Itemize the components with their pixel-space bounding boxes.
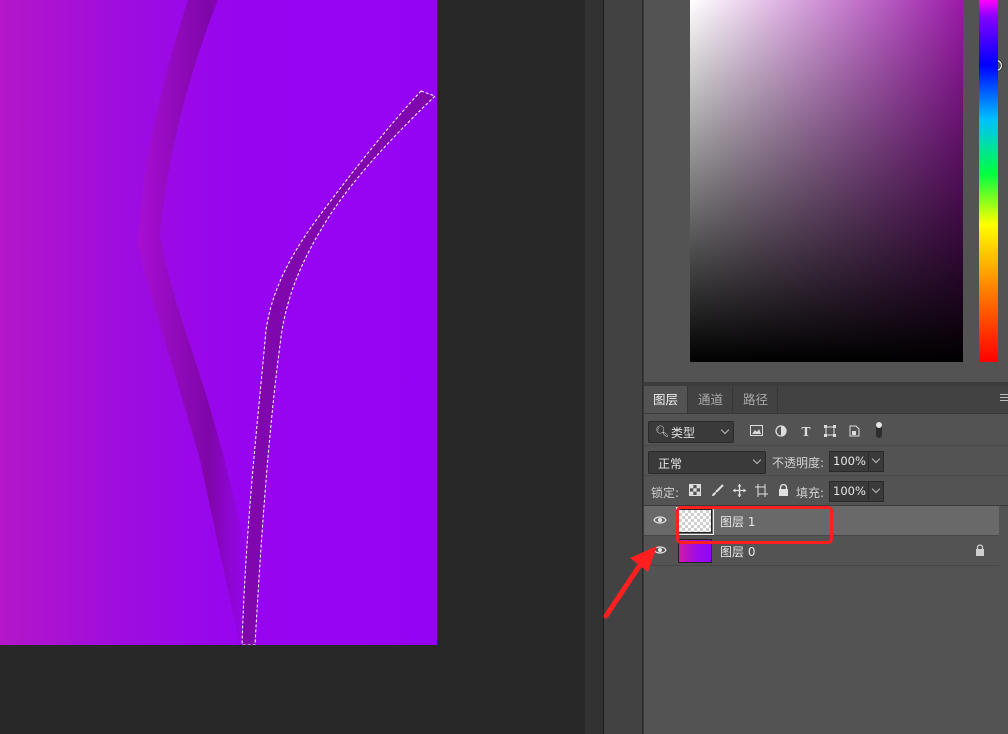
layers-panel-tabs: 图层 通道 路径: [644, 386, 1008, 414]
chevron-down-icon: [720, 425, 730, 435]
tab-layers[interactable]: 图层: [644, 386, 689, 413]
blend-mode-select[interactable]: 正常: [648, 451, 766, 474]
annotation-highlight-box: [676, 506, 833, 544]
search-icon: 🔍︎: [655, 425, 669, 438]
shape-filter-icon[interactable]: [823, 425, 837, 439]
annotation-arrow-icon: [603, 546, 657, 619]
blend-mode-value: 正常: [658, 457, 683, 471]
layer-filter-bar: 🔍︎ 类型 T: [644, 417, 1008, 446]
selection-strip: [242, 91, 435, 645]
tab-channels[interactable]: 通道: [689, 386, 734, 413]
lock-label: 锁定:: [651, 486, 680, 500]
opacity-label: 不透明度:: [772, 456, 825, 470]
adjustment-filter-icon[interactable]: [774, 425, 788, 439]
panel-menu-icon[interactable]: [1000, 394, 1008, 404]
chevron-down-icon: [871, 484, 881, 494]
lock-image-pixels-icon[interactable]: [710, 484, 724, 498]
opacity-input[interactable]: 100%: [829, 451, 872, 472]
fill-slider-button[interactable]: [868, 481, 884, 502]
color-picker-panel: [644, 0, 1008, 382]
lock-fill-bar: 锁定: 填充: 100%: [644, 477, 1008, 506]
blend-opacity-bar: 正常 不透明度: 100%: [644, 447, 1008, 476]
opacity-slider-button[interactable]: [868, 451, 884, 472]
fill-label: 填充:: [796, 486, 825, 500]
hue-slider[interactable]: [979, 0, 998, 362]
lock-position-icon[interactable]: [732, 484, 746, 498]
lock-artboard-icon[interactable]: [754, 484, 768, 498]
document-workspace[interactable]: [0, 0, 585, 734]
layers-panel: 图层 通道 路径 🔍︎ 类型 T 正常 不透明度: 100% 锁定: 填充: 1…: [644, 386, 1008, 734]
smart-object-filter-icon[interactable]: [847, 425, 861, 439]
image-filter-icon[interactable]: [749, 425, 763, 439]
layer-name[interactable]: 图层 0: [720, 543, 755, 560]
chevron-down-icon: [752, 455, 762, 465]
collapsed-panel-dock: [604, 0, 643, 734]
layer-lock-icon[interactable]: [975, 544, 985, 556]
type-filter-icon[interactable]: T: [799, 425, 813, 439]
canvas-artwork: [138, 0, 436, 645]
tab-paths[interactable]: 路径: [734, 386, 779, 413]
fill-input[interactable]: 100%: [829, 481, 872, 502]
document-canvas[interactable]: [0, 0, 437, 645]
visibility-eye-icon[interactable]: [653, 514, 667, 526]
filter-kind-select[interactable]: 🔍︎ 类型: [648, 421, 734, 443]
dock-gutter: [585, 0, 604, 734]
right-panel-dock: 图层 通道 路径 🔍︎ 类型 T 正常 不透明度: 100% 锁定: 填充: 1…: [643, 0, 1008, 734]
chevron-down-icon: [871, 454, 881, 464]
lock-all-icon[interactable]: [776, 483, 790, 498]
filter-toggle-switch[interactable]: [876, 422, 882, 438]
color-saturation-field[interactable]: [690, 0, 1002, 362]
lock-transparency-icon[interactable]: [688, 484, 702, 498]
filter-kind-label: 类型: [671, 426, 696, 440]
